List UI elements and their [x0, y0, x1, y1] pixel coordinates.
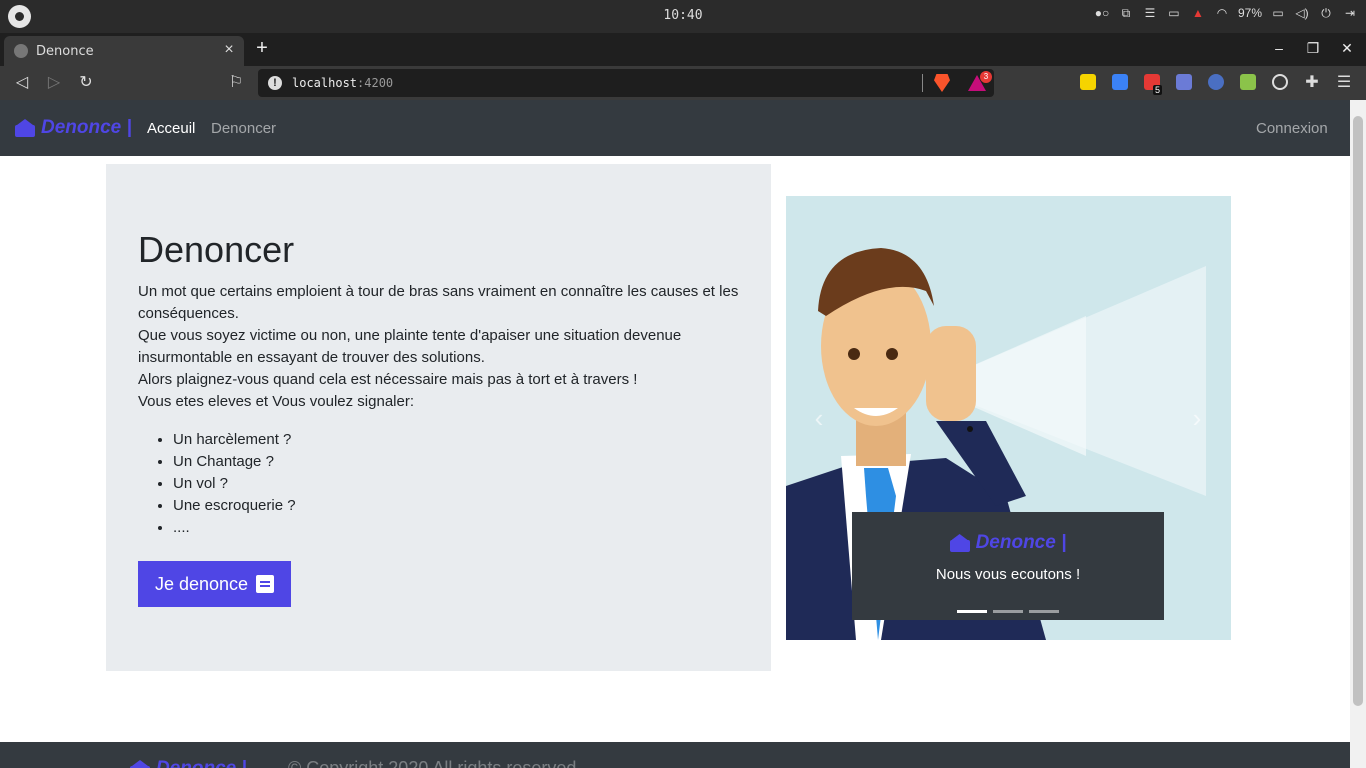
screen-share-icon[interactable]: ⧉	[1118, 6, 1134, 20]
puzzle-icon[interactable]: ✚	[1302, 73, 1322, 93]
menu-icon[interactable]: ☰	[1142, 6, 1158, 20]
close-window-icon[interactable]: ✕	[1340, 40, 1354, 57]
hero-paragraph: Alors plaignez-vous quand cela est néces…	[138, 371, 638, 388]
browser-tab[interactable]: Denonce ×	[4, 36, 244, 66]
back-icon[interactable]: ◁	[12, 73, 32, 93]
list-item: Un harcèlement ?	[173, 429, 296, 451]
nav-link-acceuil[interactable]: Acceuil	[147, 120, 195, 137]
carousel-prev-icon[interactable]: ‹	[809, 404, 829, 432]
new-tab-button[interactable]: +	[252, 38, 272, 58]
list-item: Un Chantage ?	[173, 451, 296, 473]
carousel-next-icon[interactable]: ›	[1187, 404, 1207, 432]
scroll-thumb[interactable]	[1353, 116, 1363, 706]
extension-icon[interactable]	[1240, 74, 1256, 90]
carousel-indicator[interactable]	[1029, 610, 1059, 613]
carousel-indicator[interactable]	[993, 610, 1023, 613]
carousel-caption: Denonce | Nous vous ecoutons !	[852, 512, 1164, 620]
minimize-icon[interactable]: –	[1272, 40, 1286, 57]
report-types-list: Un harcèlement ? Un Chantage ? Un vol ? …	[173, 429, 296, 539]
extension-icon[interactable]	[1080, 74, 1096, 90]
extension-badge: 5	[1153, 85, 1163, 95]
envelope-open-icon	[949, 534, 970, 552]
battery-percent: 97%	[1237, 6, 1262, 20]
site-info-icon[interactable]: !	[268, 76, 282, 90]
bookmark-icon[interactable]: ⚐	[226, 73, 246, 93]
caption-brand-text: Denonce |	[975, 532, 1067, 553]
restore-icon[interactable]: ❐	[1306, 40, 1320, 57]
login-link[interactable]: Connexion	[1256, 120, 1328, 137]
battery-icon[interactable]: ▭	[1270, 6, 1286, 20]
brave-shields-icon[interactable]	[934, 74, 950, 92]
cta-label: Je denonce	[154, 573, 249, 594]
envelope-open-icon	[15, 119, 35, 137]
list-item: ....	[173, 517, 296, 539]
caption-brand: Denonce |	[852, 532, 1164, 554]
notification-bell-icon[interactable]: ▲	[1190, 6, 1206, 20]
site-navbar: Denonce | Acceuil Denoncer Connexion	[0, 100, 1350, 156]
image-carousel: ‹ › Denonce | Nous vous ecoutons !	[786, 196, 1231, 640]
hero-text: Un mot que certains emploient à tour de …	[138, 281, 748, 413]
carousel-indicators	[957, 610, 1059, 613]
url-port: :4200	[357, 76, 394, 90]
caption-text: Nous vous ecoutons !	[935, 566, 1081, 583]
folder-icon[interactable]: ▭	[1166, 6, 1182, 20]
translate-extension-icon[interactable]	[1176, 74, 1192, 90]
list-item: Un vol ?	[173, 473, 296, 495]
envelope-open-icon	[130, 760, 150, 768]
tab-title: Denonce	[36, 44, 94, 59]
hero-jumbotron: Denoncer Un mot que certains emploient à…	[106, 164, 771, 671]
hero-paragraph: Que vous soyez victime ou non, une plain…	[138, 327, 682, 366]
system-tray: ●○ ⧉ ☰ ▭ ▲ ◠ 97% ▭ ◁) ⏻ ⇥	[1094, 6, 1358, 20]
workspace-indicator-icon[interactable]: ●○	[1094, 6, 1110, 20]
url-host: localhost	[292, 76, 358, 90]
list-item: Une escroquerie ?	[173, 495, 296, 517]
address-bar[interactable]: ! localhost:4200 3	[258, 69, 994, 97]
os-top-bar: 10:40 ●○ ⧉ ☰ ▭ ▲ ◠ 97% ▭ ◁) ⏻ ⇥	[0, 0, 1366, 33]
url-separator	[922, 74, 923, 92]
brand-text: Denonce |	[41, 117, 132, 138]
je-denonce-button[interactable]: Je denonce	[138, 561, 291, 607]
browser-toolbar: ◁ ▷ ↻ ⚐ ! localhost:4200 3 ✚ ☰	[0, 66, 1366, 100]
footer-brand[interactable]: Denonce |	[130, 758, 247, 768]
browser-tab-strip: Denonce ×	[0, 33, 1366, 66]
window-controls: – ❐ ✕	[1272, 40, 1354, 57]
tab-close-icon[interactable]: ×	[220, 41, 238, 59]
react-devtools-icon[interactable]	[1272, 74, 1288, 90]
volume-icon[interactable]: ◁)	[1294, 6, 1310, 20]
wifi-icon[interactable]: ◠	[1214, 6, 1230, 20]
globe-icon	[14, 44, 28, 58]
nav-link-denoncer[interactable]: Denoncer	[211, 120, 276, 137]
navbar-brand[interactable]: Denonce |	[15, 117, 132, 139]
carousel-indicator[interactable]	[957, 610, 987, 613]
url-text[interactable]: localhost:4200	[292, 76, 393, 90]
page-scrollbar[interactable]	[1350, 100, 1366, 768]
footer-brand-text: Denonce |	[156, 758, 247, 768]
browser-menu-icon[interactable]: ☰	[1334, 73, 1354, 93]
forward-icon[interactable]: ▷	[44, 73, 64, 93]
rewards-badge: 3	[980, 71, 992, 83]
logout-icon[interactable]: ⇥	[1342, 6, 1358, 20]
hero-paragraph: Vous etes eleves et Vous voulez signaler…	[138, 393, 415, 410]
hero-title: Denoncer	[138, 229, 295, 270]
hero-paragraph: Un mot que certains emploient à tour de …	[138, 283, 739, 322]
mailbox-icon	[256, 575, 275, 593]
power-icon[interactable]: ⏻	[1318, 6, 1334, 20]
site-footer: Denonce | © Copyright 2020 All rights re…	[0, 742, 1350, 768]
extension-icon[interactable]	[1208, 74, 1224, 90]
copyright-text: © Copyright 2020 All rights reserved	[288, 758, 577, 768]
extension-icon[interactable]	[1112, 74, 1128, 90]
reload-icon[interactable]: ↻	[76, 73, 96, 93]
